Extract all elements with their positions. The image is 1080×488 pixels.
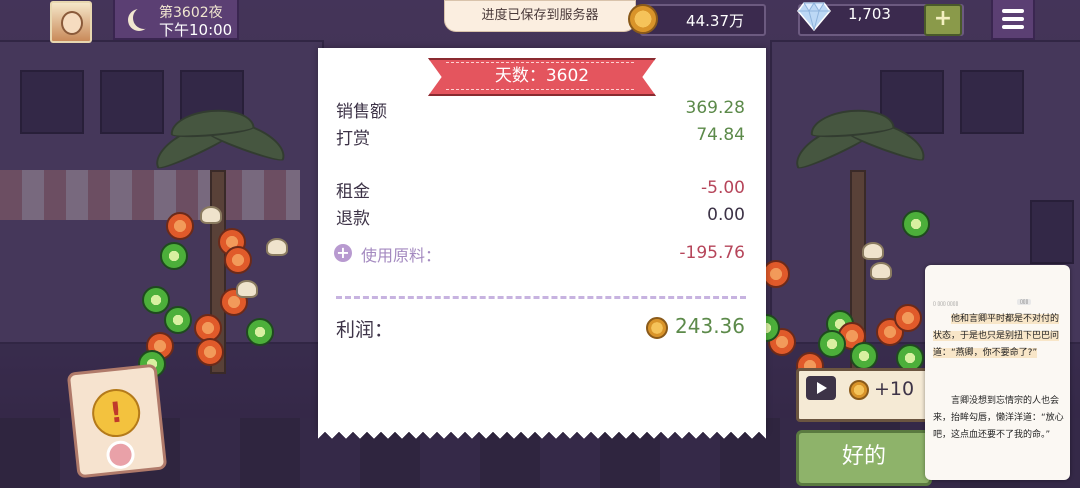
pepper-slice xyxy=(142,286,170,314)
tomato-slice xyxy=(762,260,790,288)
save-toast: 进度已保存到服务器 xyxy=(444,0,636,32)
refund-label: 退款 xyxy=(336,209,370,229)
money-value: 44.37万 xyxy=(686,12,744,30)
money-counter: 44.37万 xyxy=(640,4,766,36)
mushroom-slice xyxy=(266,238,288,256)
rent-value: -5.00 xyxy=(701,178,745,198)
ribbon-stitching xyxy=(446,62,634,90)
menu-button[interactable] xyxy=(991,0,1035,40)
reader-header: ▯ ▯▯▯ ▯▯▯▯ xyxy=(933,301,959,307)
refund-value: 0.00 xyxy=(707,205,745,225)
pepper-slice xyxy=(902,210,930,238)
tomato-slice xyxy=(166,212,194,240)
night-time-panel: 第3602夜 下午10:00 xyxy=(113,0,239,40)
clock-time: 下午10:00 xyxy=(159,21,233,39)
profit-label: 利润： xyxy=(336,319,394,341)
tomato-slice xyxy=(224,246,252,274)
mushroom-slice xyxy=(862,242,884,260)
alert-card[interactable]: ! xyxy=(66,363,168,479)
coin-icon xyxy=(646,317,668,339)
coin-icon xyxy=(849,380,869,400)
tomato-slice xyxy=(894,304,922,332)
card-knob xyxy=(105,439,136,471)
tips-label: 打赏 xyxy=(336,129,370,149)
gem-value: 1,703 xyxy=(848,5,891,23)
pepper-slice xyxy=(164,306,192,334)
tips-value: 74.84 xyxy=(696,125,745,145)
reader-tag: ▯▯▯ xyxy=(1017,299,1032,305)
mushroom-slice xyxy=(200,206,222,224)
pepper-slice xyxy=(160,242,188,270)
menu-icon xyxy=(1002,9,1024,13)
video-play-icon xyxy=(806,376,836,400)
reader-overlay[interactable]: ▯ ▯▯▯ ▯▯▯▯ ▯▯▯ 他和言卿平时都是不对付的状态，于是也只是别扭下巴巴… xyxy=(925,265,1070,480)
ok-button[interactable]: 好的 xyxy=(796,430,932,486)
mushroom-slice xyxy=(236,280,258,298)
reader-paragraph: 他和言卿平时都是不对付的状态，于是也只是别扭下巴巴问道：“燕卿，你不要命了?” xyxy=(933,314,1060,358)
ingredients-label[interactable]: 使用原料： xyxy=(361,242,441,266)
pepper-slice xyxy=(850,342,878,370)
ingredients-value: -195.76 xyxy=(679,243,745,263)
pepper-slice xyxy=(246,318,274,346)
coin-icon xyxy=(628,4,658,34)
moon-icon xyxy=(133,7,155,29)
player-avatar[interactable] xyxy=(50,1,92,43)
ad-reward-amount: +10 xyxy=(874,378,915,400)
exclamation-icon: ! xyxy=(89,386,143,440)
sales-label: 销售额 xyxy=(336,102,387,122)
expand-ingredients-icon[interactable]: + xyxy=(334,244,352,262)
add-gems-button[interactable]: + xyxy=(924,4,962,36)
receipt-divider xyxy=(336,296,746,299)
diamond-icon xyxy=(797,2,831,31)
mushroom-slice xyxy=(870,262,892,280)
reader-paragraph: 言卿没想到忘情宗的人也会来，抬眸勾唇，懒洋洋道：“放心吧，这点血还要不了我的命。… xyxy=(933,396,1064,440)
pepper-slice xyxy=(818,330,846,358)
profit-value: 243.36 xyxy=(675,314,745,338)
sales-value: 369.28 xyxy=(685,98,745,118)
tomato-slice xyxy=(196,338,224,366)
rent-label: 租金 xyxy=(336,182,370,202)
